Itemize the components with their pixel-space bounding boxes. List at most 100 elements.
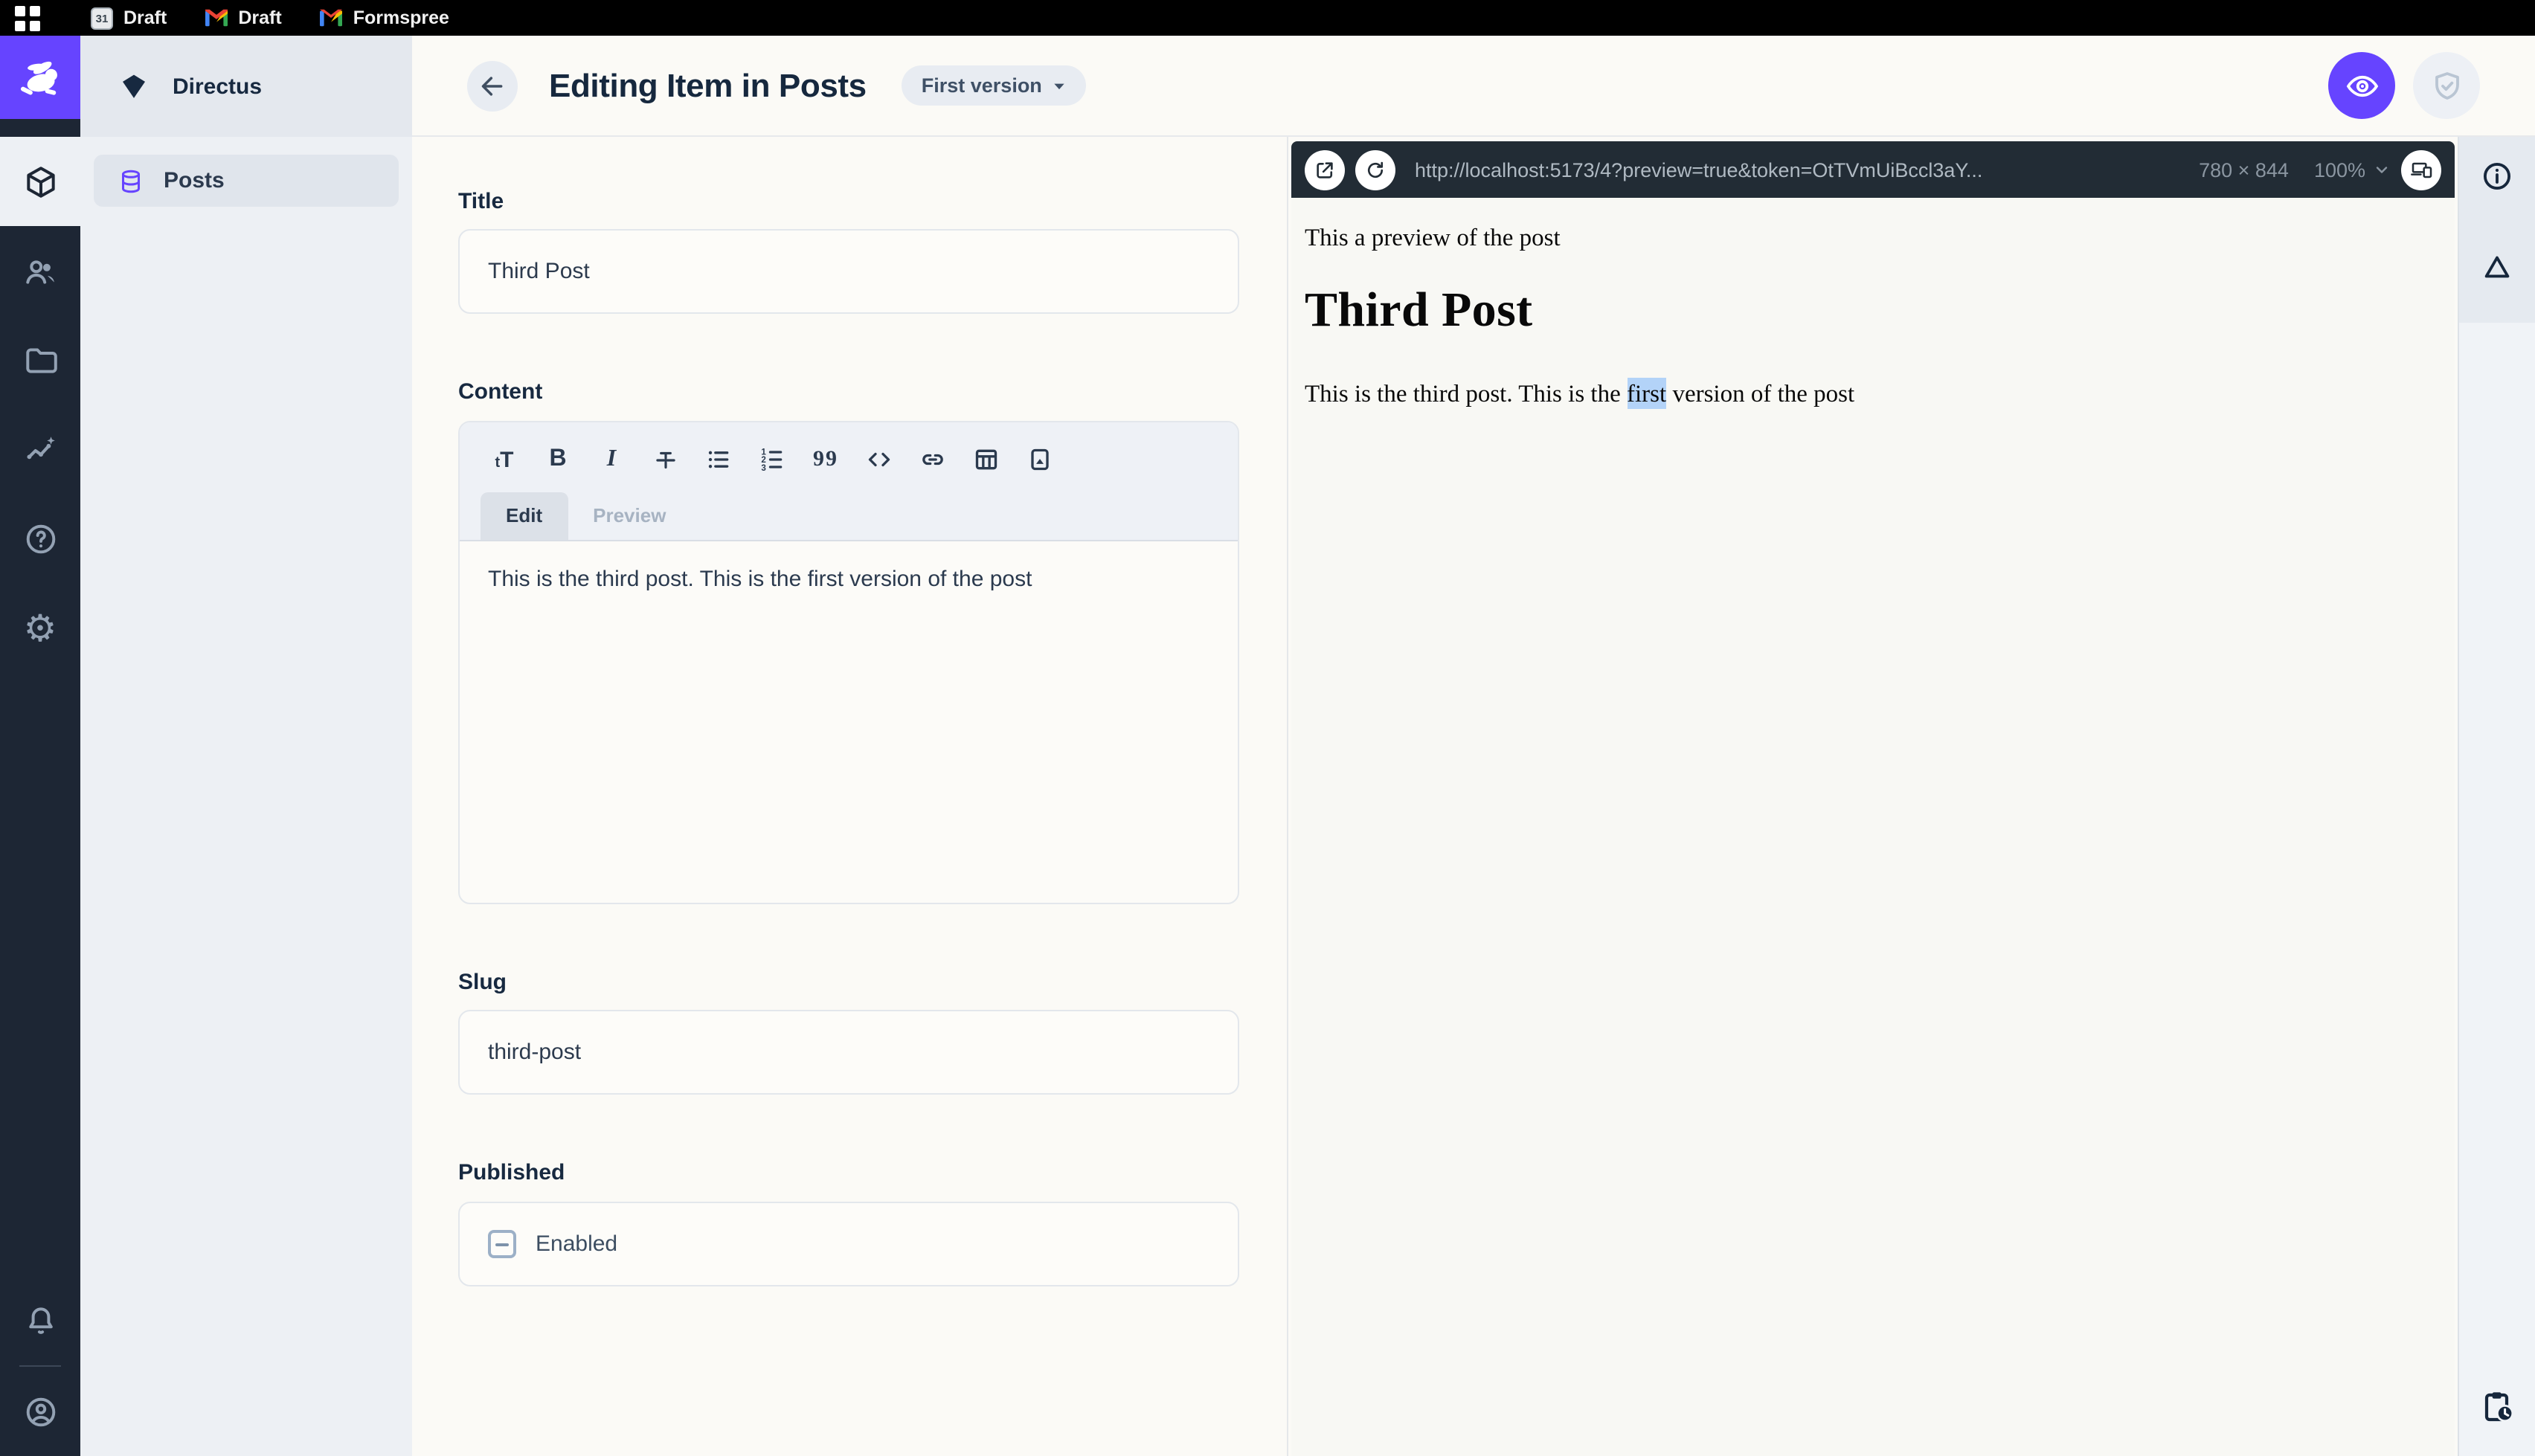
warning-sidebar-button[interactable] — [2458, 228, 2535, 305]
app-grid-icon[interactable] — [15, 5, 40, 30]
pinned-tab-draft-1[interactable]: 31 Draft — [82, 7, 176, 29]
code-button[interactable] — [855, 437, 903, 482]
eye-icon — [2345, 74, 2378, 97]
save-button[interactable] — [2413, 52, 2480, 119]
tab-preview[interactable]: Preview — [568, 492, 691, 540]
nav-sidebar: Directus Posts — [80, 36, 412, 1456]
devices-icon — [2410, 162, 2432, 178]
app-root: 31 Draft Draft Formspree ⚙ Directus Post… — [0, 0, 2535, 1456]
bullet-list-icon — [708, 451, 729, 468]
svg-text:3: 3 — [761, 463, 766, 473]
sidebar-item-label: Posts — [164, 168, 225, 193]
gmail-icon — [320, 9, 343, 27]
gmail-icon — [205, 9, 228, 27]
published-option-label: Enabled — [536, 1231, 618, 1257]
bullet-list-button[interactable] — [695, 437, 742, 482]
content-textarea[interactable]: This is the third post. This is the firs… — [460, 541, 1238, 903]
pinned-tab-draft-2[interactable]: Draft — [196, 7, 290, 28]
published-field-label: Published — [458, 1160, 565, 1185]
code-icon — [868, 452, 890, 467]
module-users[interactable] — [0, 226, 80, 315]
image-icon — [1031, 448, 1049, 471]
editor-tabs: Edit Preview — [481, 492, 1217, 540]
paragraph-text: version of the post — [1666, 379, 1855, 408]
link-button[interactable] — [909, 437, 957, 482]
page-header: Editing Item in Posts First version — [412, 36, 2535, 137]
table-button[interactable] — [963, 437, 1010, 482]
insights-icon — [26, 436, 54, 459]
project-name: Directus — [173, 74, 263, 99]
module-settings[interactable]: ⚙ — [0, 583, 80, 672]
preview-url[interactable]: http://localhost:5173/4?preview=true&tok… — [1415, 158, 2168, 181]
page-title: Editing Item in Posts — [549, 66, 867, 103]
published-field: Enabled — [458, 1202, 1239, 1286]
info-sidebar-button[interactable] — [2458, 137, 2535, 214]
people-icon — [25, 260, 54, 283]
tab-edit[interactable]: Edit — [481, 492, 568, 540]
back-button[interactable] — [467, 60, 518, 111]
strikethrough-icon — [655, 451, 675, 468]
module-help[interactable] — [0, 494, 80, 583]
arrow-left-icon — [481, 76, 503, 95]
heading-button[interactable]: tT — [481, 437, 528, 482]
account-icon — [25, 1397, 55, 1426]
info-icon — [2483, 161, 2511, 190]
paragraph-text: This is the third post. This is the — [1305, 379, 1627, 408]
tab-label: Formspree — [353, 7, 449, 28]
notifications-button[interactable] — [0, 1276, 80, 1365]
tab-label: Draft — [238, 7, 282, 28]
version-label: First version — [921, 74, 1042, 97]
bold-icon: B — [549, 446, 567, 471]
calendar-icon: 31 — [91, 7, 113, 29]
indeterminate-dash-icon — [495, 1243, 509, 1246]
responsive-devices-button[interactable] — [2401, 149, 2441, 190]
clipboard-clock-icon — [2484, 1392, 2513, 1423]
project-switcher[interactable]: Directus — [80, 36, 412, 137]
bold-button[interactable]: B — [534, 437, 582, 482]
refresh-button[interactable] — [1355, 149, 1395, 190]
preview-zoom-dropdown[interactable]: 100% — [2314, 158, 2391, 181]
module-content[interactable] — [0, 137, 80, 226]
browser-topbar: 31 Draft Draft Formspree — [0, 0, 2535, 36]
preview-post-paragraph: This is the third post. This is the firs… — [1305, 378, 2437, 409]
link-icon — [922, 454, 943, 466]
slug-input[interactable]: third-post — [458, 1010, 1239, 1095]
live-preview-button[interactable] — [2328, 52, 2395, 119]
module-insights[interactable] — [0, 405, 80, 494]
table-icon — [975, 449, 997, 470]
numbered-list-icon: 1 2 3 — [761, 447, 783, 473]
refresh-icon — [1368, 161, 1384, 178]
folder-icon — [25, 347, 57, 373]
image-button[interactable] — [1016, 437, 1064, 482]
blockquote-button[interactable]: 99 — [802, 437, 849, 482]
slug-field-label: Slug — [458, 970, 507, 995]
database-icon — [122, 169, 140, 193]
chevron-down-icon — [1055, 83, 1065, 89]
title-value: Third Post — [488, 259, 590, 284]
bell-icon — [28, 1307, 52, 1333]
rabbit-icon — [20, 61, 57, 95]
version-dropdown[interactable]: First version — [902, 65, 1087, 106]
strikethrough-button[interactable] — [641, 437, 689, 482]
revisions-sidebar-button[interactable] — [2459, 1368, 2535, 1446]
project-diamond-icon — [123, 74, 145, 98]
italic-button[interactable]: I — [588, 437, 635, 482]
title-input[interactable]: Third Post — [458, 229, 1239, 314]
heading-icon: tT — [495, 447, 514, 472]
numbered-list-button[interactable]: 1 2 3 — [748, 437, 796, 482]
item-form: Title Third Post Content tT B I 1 2 3 99… — [412, 137, 1288, 1456]
directus-logo[interactable] — [0, 36, 80, 119]
triangle-icon — [2484, 255, 2510, 277]
published-checkbox[interactable] — [488, 1230, 516, 1258]
account-button[interactable] — [0, 1367, 80, 1456]
preview-iframe-content: This a preview of the post Third Post Th… — [1291, 198, 2455, 1456]
box-icon — [26, 166, 54, 197]
open-in-new-icon — [1317, 161, 1333, 178]
selection-highlight: first — [1627, 378, 1667, 409]
pinned-tab-formspree[interactable]: Formspree — [312, 7, 458, 28]
title-field-label: Title — [458, 189, 504, 214]
sidebar-item-posts[interactable]: Posts — [94, 155, 399, 207]
slug-value: third-post — [488, 1040, 582, 1065]
open-in-new-button[interactable] — [1305, 149, 1345, 190]
module-files[interactable] — [0, 315, 80, 405]
